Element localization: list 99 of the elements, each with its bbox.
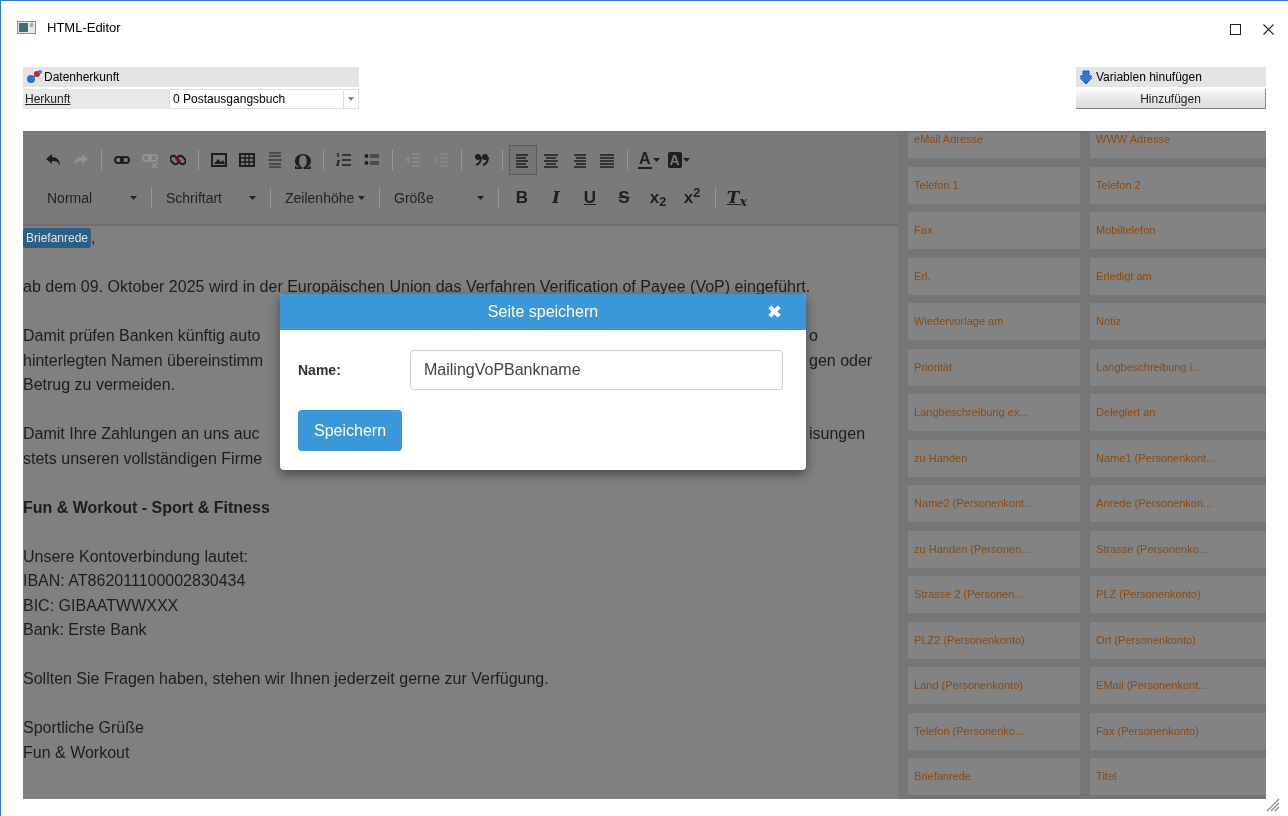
variable-tile[interactable]: Notiz: [1090, 303, 1266, 340]
variable-tile[interactable]: Strasse (Personenko...: [1090, 530, 1266, 568]
variable-tile[interactable]: Priorität: [908, 348, 1081, 386]
field-label: Herkunft: [23, 89, 169, 109]
source-dropdown[interactable]: 0 Postausgangsbuch: [169, 89, 359, 109]
text-color-button[interactable]: A: [634, 147, 664, 173]
variable-tile[interactable]: WWW Adresse: [1090, 132, 1266, 158]
window-title: HTML-Editor: [47, 21, 121, 35]
editor-text: ,: [91, 228, 96, 248]
editor-text: Bank: Erste Bank: [23, 620, 147, 640]
variable-tile[interactable]: Telefon 1: [908, 166, 1081, 204]
format-dropdown[interactable]: Normal: [39, 185, 145, 211]
variable-tile[interactable]: Langbeschreibung i...: [1090, 348, 1266, 386]
format-dropdown[interactable]: Schriftart: [158, 185, 264, 211]
editor-text: Sportliche Grüße: [23, 718, 144, 738]
align-left-icon: [515, 152, 531, 168]
section-title: Variablen hinufügen: [1096, 69, 1202, 86]
format-dropdown[interactable]: Zeilenhöhe: [277, 185, 373, 211]
caret-icon: [682, 158, 690, 162]
image-icon[interactable]: [211, 152, 227, 168]
background-color-button[interactable]: A: [663, 147, 694, 173]
editor-text: isungen: [809, 424, 866, 444]
clear-formatting-button[interactable]: T$_{x}$: [722, 185, 752, 211]
variable-tile[interactable]: Titel: [1090, 758, 1266, 795]
editor-text: ab dem 09. Oktober 2025 wird in der Europäischen Union das Verfahren Verification of Payee (VoP) eingeführt.: [23, 277, 811, 297]
variable-tile[interactable]: Ort (Personenkonto): [1090, 621, 1266, 659]
variable-tile[interactable]: Telefon 2: [1090, 166, 1266, 204]
bullet-list-icon[interactable]: [364, 152, 380, 168]
variable-tile[interactable]: Langbeschreibung ex...: [908, 394, 1081, 431]
variable-tile[interactable]: Fax: [908, 212, 1081, 249]
justify-icon: [599, 152, 615, 168]
editor-text: Damit prüfen Banken künftig auto: [23, 326, 261, 346]
variable-tile[interactable]: EMail (Personenkont...: [1090, 667, 1266, 704]
variable-tile[interactable]: Briefanrede: [908, 758, 1081, 795]
close-button[interactable]: ✖: [767, 301, 782, 323]
variable-tile[interactable]: Erledigt am: [1090, 257, 1266, 295]
editor-text: Unsere Kontoverbindung lautet:: [23, 546, 249, 567]
variable-tile[interactable]: Strasse 2 (Personen...: [908, 576, 1081, 613]
variable-tile[interactable]: PLZ2 (Personenkonto): [908, 621, 1081, 659]
superscript-button[interactable]: x$^{2}$: [675, 185, 709, 211]
subscript-button[interactable]: x$_{2}$: [641, 185, 675, 211]
caret-icon: [358, 196, 365, 200]
caret-icon: [652, 158, 660, 162]
variable-tile[interactable]: Mobiltelefon: [1090, 212, 1266, 249]
variable-tile[interactable]: Name2 (Personenkont...: [908, 485, 1081, 522]
strikethrough-button[interactable]: S: [607, 185, 641, 211]
caret-icon: [477, 196, 484, 200]
horizontal-line-icon[interactable]: [267, 152, 283, 168]
italic-button[interactable]: I: [539, 185, 573, 211]
variable-tag: Briefanrede: [23, 228, 92, 249]
editor-text: o: [809, 326, 818, 346]
variable-tile[interactable]: eMail Adresse: [908, 132, 1081, 158]
variable-tile[interactable]: zu Handen: [908, 439, 1081, 477]
maximize-icon[interactable]: [1230, 24, 1241, 35]
underline-button[interactable]: U: [573, 185, 607, 211]
variable-tile[interactable]: Telefon (Personenko...: [908, 712, 1081, 750]
editor-text: BIC: GIBAATWWXXX: [23, 595, 179, 616]
caret-icon: [249, 196, 256, 200]
variable-tile[interactable]: Land (Personenkonto): [908, 667, 1081, 704]
variable-tile[interactable]: Fax (Personenkonto): [1090, 712, 1266, 750]
editor-text: IBAN: AT862011100002830434: [23, 571, 246, 591]
dialog-title: Seite speichern: [487, 302, 599, 322]
variable-tile[interactable]: Delegiert an: [1090, 394, 1266, 431]
variable-tile[interactable]: PLZ (Personenkonto): [1090, 576, 1266, 613]
special-character-button[interactable]: Ω: [289, 147, 317, 173]
variable-tile[interactable]: Anrede (Personenkon...: [1090, 485, 1266, 522]
resize-grip-icon[interactable]: [1266, 798, 1280, 812]
editor-text: Sollten Sie Fragen haben, stehen wir Ihnen jederzeit gerne zur Verfügung.: [23, 669, 549, 689]
editor-text: stets unseren vollständigen Firme: [23, 448, 263, 469]
editor-text: hinterlegten Namen übereinstimm: [23, 350, 264, 371]
variable-tile[interactable]: zu Handen (Personen...: [908, 530, 1081, 568]
variable-tile[interactable]: Name1 (Personenkont...: [1090, 439, 1266, 477]
editor-text: Betrug zu vermeiden.: [23, 375, 176, 395]
save-button[interactable]: Speichern: [298, 410, 403, 451]
add-button[interactable]: Hinzufügen: [1076, 89, 1266, 109]
format-dropdown[interactable]: Größe: [386, 185, 492, 211]
close-icon[interactable]: [1263, 24, 1274, 35]
table-icon[interactable]: [239, 152, 255, 168]
align-right-icon: [571, 152, 587, 168]
variable-tile[interactable]: Erl.: [908, 257, 1081, 295]
section-title: Datenherkunft: [44, 69, 120, 86]
caret-icon: [130, 196, 137, 200]
variable-tile[interactable]: Wiedervorlage am: [908, 303, 1081, 340]
field-label: Name:: [298, 360, 342, 380]
editor-text: Fun & Workout: [23, 742, 130, 763]
alignment-button[interactable]: [509, 145, 537, 175]
align-center-icon: [543, 152, 559, 168]
editor-text: Damit Ihre Zahlungen an uns auc: [23, 424, 260, 444]
bold-button[interactable]: B: [505, 185, 539, 211]
chain-icon[interactable]: [170, 152, 186, 168]
molecule-icon: [26, 70, 42, 84]
download-arrow-icon: [1078, 69, 1094, 85]
quote-icon[interactable]: [474, 152, 490, 168]
name-input-field[interactable]: MailingVoPBankname: [410, 350, 783, 390]
undo-icon[interactable]: [45, 152, 61, 168]
app-icon: [17, 21, 36, 34]
numbered-list-icon[interactable]: [336, 152, 352, 168]
editor-text: gen oder: [809, 350, 873, 371]
editor-text: Fun & Workout - Sport & Fitness: [23, 497, 270, 518]
